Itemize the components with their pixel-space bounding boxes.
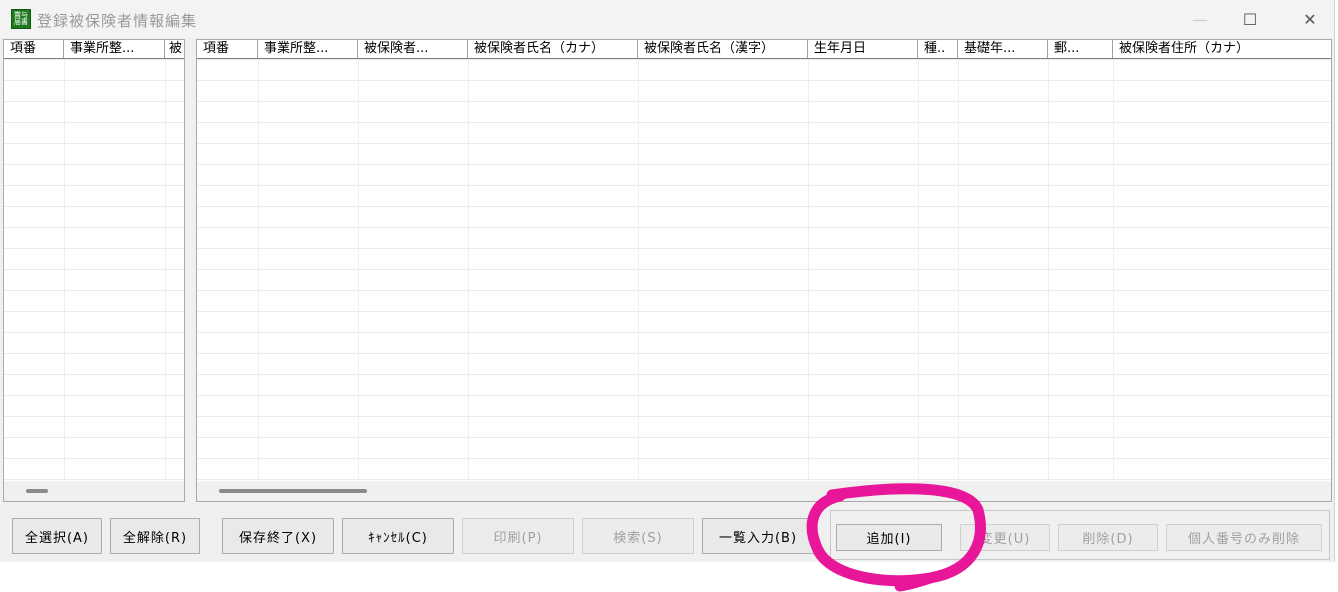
main-grid-rows[interactable] — [197, 59, 1331, 481]
select-all-button[interactable]: 全選択(A) — [12, 518, 102, 554]
left-grid[interactable]: 項番 事業所整... 被 — [3, 39, 185, 502]
application-window: 賞与 届書 登録被保険者情報編集 — ☐ ✕ 項番 事業所整... 被 項番 事… — [0, 0, 1335, 562]
save-exit-button[interactable]: 保存終了(X) — [222, 518, 334, 554]
scrollbar-thumb[interactable] — [26, 489, 48, 493]
main-col-header[interactable]: 被保険者... — [358, 40, 468, 58]
left-horizontal-scrollbar[interactable] — [4, 481, 184, 501]
list-input-button[interactable]: 一覧入力(B) — [702, 518, 814, 554]
left-grid-header: 項番 事業所整... 被 — [4, 40, 184, 59]
left-col-header[interactable]: 事業所整... — [64, 40, 165, 58]
main-col-header[interactable]: 郵... — [1048, 40, 1113, 58]
left-col-header[interactable]: 被 — [165, 40, 184, 58]
app-icon: 賞与 届書 — [11, 9, 31, 29]
main-horizontal-scrollbar[interactable] — [197, 481, 1331, 501]
main-col-header[interactable]: 基礎年... — [958, 40, 1048, 58]
minimize-icon[interactable]: — — [1188, 8, 1212, 30]
main-col-header[interactable]: 被保険者氏名（漢字） — [638, 40, 808, 58]
delete-button[interactable]: 削除(D) — [1058, 524, 1158, 551]
window-title: 登録被保険者情報編集 — [37, 12, 198, 30]
title-bar: 賞与 届書 登録被保険者情報編集 — ☐ ✕ — [0, 0, 1334, 38]
change-button[interactable]: 変更(U) — [960, 524, 1050, 551]
main-col-header[interactable]: 項番 — [197, 40, 258, 58]
scrollbar-thumb[interactable] — [219, 489, 367, 493]
add-button[interactable]: 追加(I) — [836, 524, 942, 551]
search-button[interactable]: 検索(S) — [582, 518, 694, 554]
main-col-header[interactable]: 事業所整... — [258, 40, 358, 58]
maximize-button[interactable]: ☐ — [1238, 8, 1262, 30]
print-button[interactable]: 印刷(P) — [462, 518, 574, 554]
left-grid-rows[interactable] — [4, 59, 184, 481]
left-col-header[interactable]: 項番 — [4, 40, 64, 58]
main-col-header[interactable]: 被保険者住所（カナ） — [1113, 40, 1331, 58]
main-grid-header: 項番 事業所整... 被保険者... 被保険者氏名（カナ） 被保険者氏名（漢字）… — [197, 40, 1331, 59]
cancel-button[interactable]: ｷｬﾝｾﾙ(C) — [342, 518, 454, 554]
close-button[interactable]: ✕ — [1298, 8, 1322, 30]
main-grid[interactable]: 項番 事業所整... 被保険者... 被保険者氏名（カナ） 被保険者氏名（漢字）… — [196, 39, 1332, 502]
button-bar: 全選択(A) 全解除(R) 保存終了(X) ｷｬﾝｾﾙ(C) 印刷(P) 検索(… — [0, 508, 1334, 562]
main-col-header[interactable]: 種.. — [918, 40, 958, 58]
main-col-header[interactable]: 生年月日 — [808, 40, 918, 58]
main-col-header[interactable]: 被保険者氏名（カナ） — [468, 40, 638, 58]
delete-my-number-button[interactable]: 個人番号のみ削除 — [1166, 524, 1322, 551]
deselect-all-button[interactable]: 全解除(R) — [110, 518, 200, 554]
